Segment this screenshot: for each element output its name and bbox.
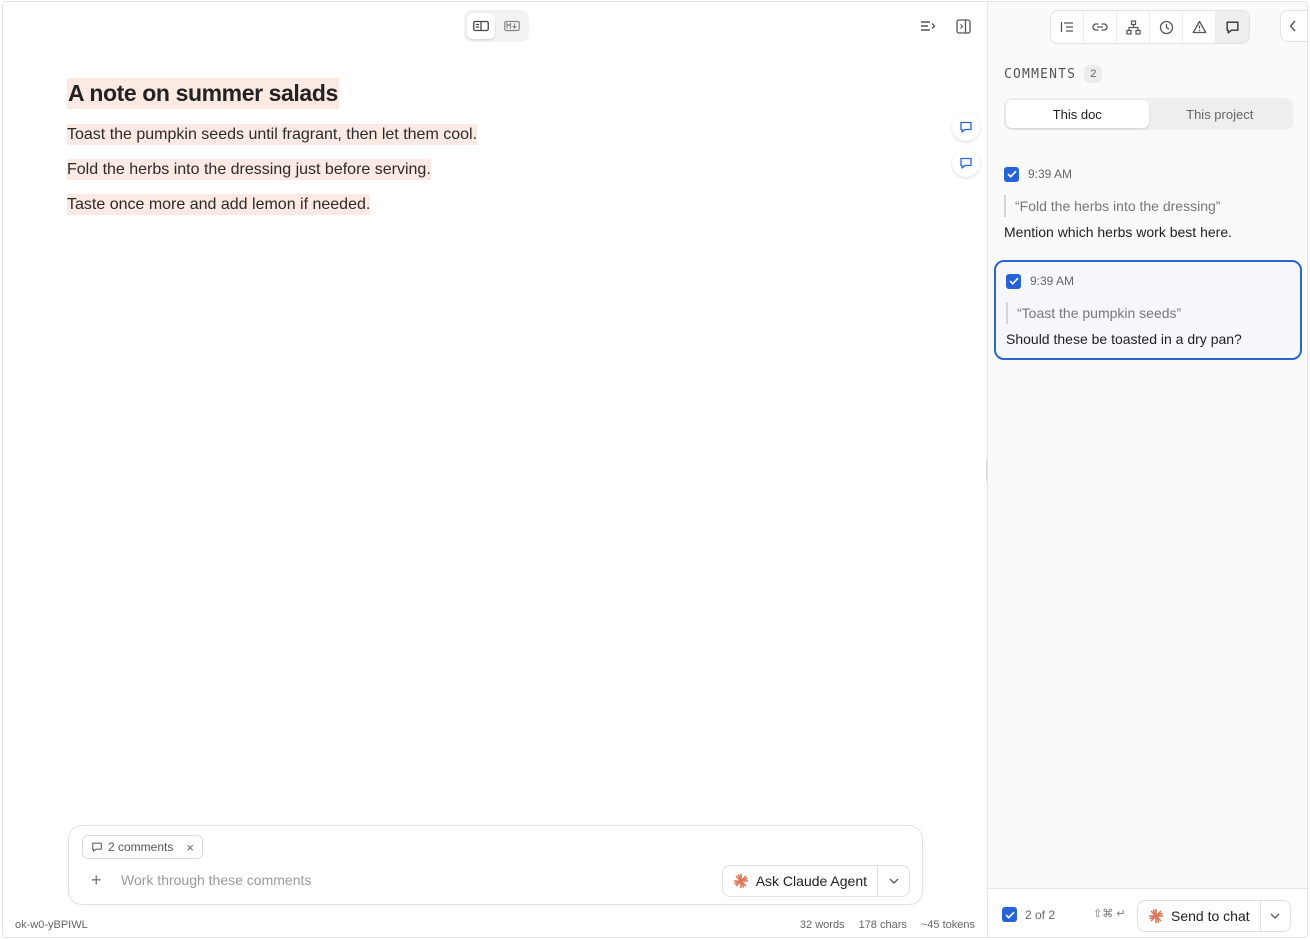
composer-input[interactable]: Work through these comments (121, 872, 311, 888)
comments-panel: COMMENTS 2 This doc This project 9:39 AM… (987, 2, 1307, 937)
margin-comment-marker[interactable] (952, 149, 980, 177)
sidebar-panel-icon (955, 18, 971, 34)
link-icon (1092, 23, 1108, 31)
comments-count-badge: 2 (1084, 65, 1103, 83)
chevron-left-icon (1289, 20, 1296, 32)
document-body: A note on summer salads Toast the pumpki… (67, 78, 927, 228)
margin-comment-marker[interactable] (952, 113, 980, 141)
paragraph-text: Fold the herbs into the dressing just be… (67, 159, 431, 180)
document-title[interactable]: A note on summer salads (67, 78, 339, 109)
comment-meta: 9:39 AM (1004, 164, 1292, 184)
comment-icon (92, 842, 102, 852)
document-id: ok-w0-yBPIWL (15, 919, 88, 931)
markdown-view-button[interactable] (498, 13, 526, 39)
chip-label: 2 comments (108, 840, 174, 854)
check-icon (1008, 277, 1019, 285)
tab-this-project[interactable]: This project (1149, 100, 1292, 128)
send-options-dropdown[interactable] (1259, 901, 1290, 931)
issues-tab[interactable] (1183, 11, 1216, 43)
comments-footer: 2 of 2 ⇧⌘ ↵ Send to chat (988, 888, 1307, 937)
keyboard-shortcut-hint: ⇧⌘ ↵ (1093, 908, 1126, 920)
comment-icon (960, 157, 972, 169)
comment-quote: “Fold the herbs into the dressing” (1004, 195, 1292, 217)
status-bar: ok-w0-yBPIWL 32 words 178 chars ~45 toke… (3, 915, 987, 937)
sitemap-icon (1125, 19, 1141, 35)
comment-quote: “Toast the pumpkin seeds” (1006, 302, 1290, 324)
comments-title: COMMENTS (1004, 66, 1077, 82)
word-count: 32 words (799, 919, 845, 931)
chevron-down-icon (889, 878, 898, 884)
paragraph[interactable]: Fold the herbs into the dressing just be… (67, 158, 927, 182)
char-count: 178 chars (858, 919, 907, 931)
app-window: A note on summer salads Toast the pumpki… (2, 1, 1308, 938)
paragraph[interactable]: Toast the pumpkin seeds until fragrant, … (67, 123, 927, 147)
comment-text: Mention which herbs work best here. (1004, 224, 1232, 240)
rich-view-button[interactable] (467, 13, 495, 39)
selection-count: 2 of 2 (1025, 908, 1056, 922)
comment-time: 9:39 AM (1030, 274, 1075, 288)
send-to-chat-button[interactable]: Send to chat (1138, 901, 1260, 931)
outline-tab[interactable] (1051, 11, 1084, 43)
list-arrow-icon (921, 21, 936, 31)
check-icon (1004, 911, 1015, 919)
send-to-chat-split-button: Send to chat (1137, 900, 1291, 932)
panel-toolbar (1050, 10, 1250, 44)
ask-options-dropdown[interactable] (877, 866, 909, 896)
outline-icon (1060, 22, 1073, 32)
comments-scope-switch: This doc This project (1004, 98, 1293, 130)
clock-icon (1159, 20, 1173, 34)
structure-tab[interactable] (1117, 11, 1150, 43)
editor-pane: A note on summer salads Toast the pumpki… (3, 2, 987, 937)
markdown-icon (504, 20, 520, 32)
comment-icon (960, 121, 972, 133)
claude-spark-icon (733, 873, 749, 889)
collapse-panel-button[interactable] (1280, 10, 1307, 42)
view-mode-toggle (464, 10, 529, 42)
outline-toggle-button[interactable] (918, 16, 938, 36)
chevron-down-icon (1270, 913, 1280, 919)
comment-meta: 9:39 AM (1006, 271, 1290, 291)
links-tab[interactable] (1084, 11, 1117, 43)
paragraph-text: Toast the pumpkin seeds until fragrant, … (67, 124, 478, 145)
warning-icon (1192, 20, 1206, 34)
document-stats: 32 words 178 chars ~45 tokens (800, 919, 975, 931)
tab-this-doc[interactable]: This doc (1006, 100, 1149, 128)
claude-spark-icon (1148, 908, 1164, 924)
comment-card-selected[interactable]: 9:39 AM “Toast the pumpkin seeds” Should… (994, 260, 1302, 360)
comment-time: 9:39 AM (1028, 167, 1073, 181)
ask-claude-button[interactable]: Ask Claude Agent (723, 866, 877, 896)
rich-view-icon (473, 20, 489, 32)
comment-card[interactable]: 9:39 AM “Fold the herbs into the dressin… (994, 164, 1302, 240)
comment-icon (1226, 20, 1239, 34)
paragraph[interactable]: Taste once more and add lemon if needed. (67, 193, 927, 217)
comments-context-chip[interactable]: 2 comments × (82, 835, 203, 859)
comment-checkbox[interactable] (1006, 273, 1021, 289)
history-tab[interactable] (1150, 11, 1183, 43)
comments-tab[interactable] (1216, 11, 1249, 43)
token-count: ~45 tokens (920, 919, 975, 931)
check-icon (1006, 170, 1017, 178)
ask-claude-split-button: Ask Claude Agent (721, 865, 910, 897)
comment-text: Should these be toasted in a dry pan? (1006, 331, 1242, 347)
chat-composer: 2 comments × + Work through these commen… (68, 825, 923, 905)
send-to-chat-label: Send to chat (1171, 908, 1250, 924)
comment-checkbox[interactable] (1004, 166, 1019, 182)
ask-claude-label: Ask Claude Agent (755, 873, 867, 889)
sidebar-toggle-button[interactable] (953, 16, 973, 36)
paragraph-text: Taste once more and add lemon if needed. (67, 194, 371, 215)
select-all-checkbox[interactable] (1002, 907, 1017, 922)
remove-chip-icon[interactable]: × (186, 840, 194, 855)
add-attachment-button[interactable]: + (91, 870, 102, 891)
comments-header: COMMENTS 2 (1004, 65, 1103, 83)
